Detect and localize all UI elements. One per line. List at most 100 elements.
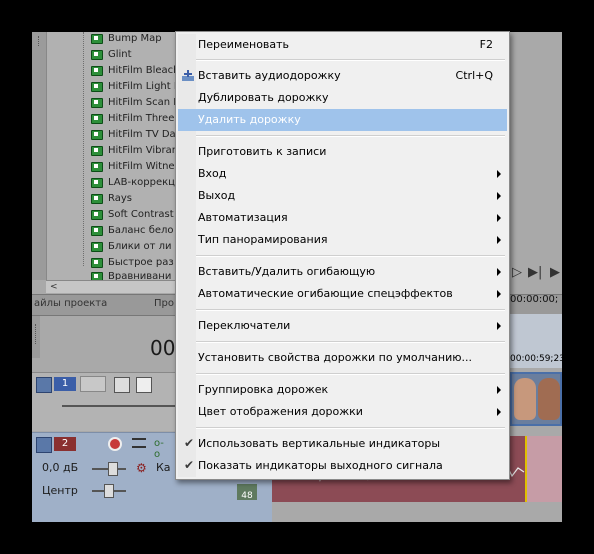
menu-item-prepare-record[interactable]: Приготовить к записи bbox=[178, 141, 507, 163]
tree-item-label: HitFilm Light F bbox=[108, 80, 180, 92]
audio-selection[interactable] bbox=[525, 436, 562, 502]
menu-item-label: Переключатели bbox=[198, 319, 291, 332]
menu-item-auto-fx-envelopes[interactable]: Автоматические огибающие спецэффектов bbox=[178, 283, 507, 305]
channel-indicator: 48 bbox=[237, 484, 257, 501]
gear-icon[interactable]: ⚙ bbox=[136, 461, 150, 475]
pan-slider-thumb[interactable] bbox=[104, 484, 114, 498]
plugin-icon bbox=[90, 241, 103, 252]
menu-item-label: Вставить/Удалить огибающую bbox=[198, 265, 376, 278]
thumbnail-face bbox=[538, 378, 560, 420]
tree-item[interactable]: Bump Map bbox=[90, 32, 162, 46]
volume-value: 0,0 дБ bbox=[42, 461, 79, 474]
tree-item-label: HitFilm Bleach bbox=[108, 64, 180, 76]
plugin-icon bbox=[90, 81, 103, 92]
plugin-icon bbox=[90, 225, 103, 236]
menu-item-insert-remove-envelope[interactable]: Вставить/Удалить огибающую bbox=[178, 261, 507, 283]
plugin-icon bbox=[90, 113, 103, 124]
routing-icon[interactable]: o-o bbox=[154, 438, 168, 460]
volume-slider-thumb[interactable] bbox=[108, 462, 118, 476]
submenu-arrow-icon bbox=[497, 322, 501, 330]
menu-item-label: Дублировать дорожку bbox=[198, 91, 329, 104]
submenu-arrow-icon bbox=[497, 236, 501, 244]
menu-item-input[interactable]: Вход bbox=[178, 163, 507, 185]
plugin-icon bbox=[90, 177, 103, 188]
menu-separator bbox=[196, 373, 505, 375]
channel-bottom: 48 bbox=[241, 491, 253, 501]
tab-project-files[interactable]: айлы проекта bbox=[34, 298, 107, 309]
plugin-icon bbox=[90, 161, 103, 172]
tree-item[interactable]: HitFilm Scan L bbox=[90, 94, 179, 110]
menu-item-output-meters[interactable]: ✔ Показать индикаторы выходного сигнала bbox=[178, 455, 507, 477]
ks-label: Ка bbox=[156, 461, 171, 474]
plugin-icon bbox=[90, 257, 103, 268]
tree-item[interactable]: LAB-коррекц bbox=[90, 174, 175, 190]
tree-item[interactable]: HitFilm TV Da bbox=[90, 126, 176, 142]
plugin-icon bbox=[90, 65, 103, 76]
menu-item-label: Показать индикаторы выходного сигнала bbox=[198, 459, 443, 472]
plugin-icon bbox=[90, 209, 103, 220]
tree-item[interactable]: Soft Contrast bbox=[90, 206, 174, 222]
tree-item-label: HitFilm Vibran bbox=[108, 144, 179, 156]
submenu-arrow-icon bbox=[497, 290, 501, 298]
checkmark-icon: ✔ bbox=[183, 436, 195, 450]
grip-handle[interactable] bbox=[38, 36, 41, 46]
next-frame-icon[interactable]: ▶| bbox=[528, 265, 542, 280]
menu-item-label: Удалить дорожку bbox=[198, 113, 301, 126]
record-arm-icon[interactable] bbox=[108, 437, 122, 451]
tree-item[interactable]: HitFilm Light F bbox=[90, 78, 180, 94]
play-icon[interactable]: ▶ bbox=[550, 265, 560, 280]
tree-item-label: Bump Map bbox=[108, 32, 162, 44]
transport-controls: ▷ ▶| ▶ bbox=[510, 264, 562, 284]
tree-item[interactable]: Glint bbox=[90, 46, 132, 62]
tree-item[interactable]: Баланс бело bbox=[90, 222, 174, 238]
plugin-tree-panel: Bump Map Glint HitFilm Bleach HitFilm Li… bbox=[32, 32, 182, 282]
composite-icon[interactable] bbox=[136, 377, 152, 393]
menu-item-insert-audio-track[interactable]: Вставить аудиодорожку Ctrl+Q bbox=[178, 65, 507, 87]
menu-item-label: Приготовить к записи bbox=[198, 145, 327, 158]
grip-handle[interactable] bbox=[35, 324, 38, 344]
fx-icon[interactable] bbox=[114, 377, 130, 393]
menu-item-set-defaults[interactable]: Установить свойства дорожки по умолчанию… bbox=[178, 347, 507, 369]
tree-item[interactable]: Rays bbox=[90, 190, 132, 206]
tree-item[interactable]: HitFilm Vibran bbox=[90, 142, 178, 158]
tree-item[interactable]: HitFilm Three bbox=[90, 110, 174, 126]
scroll-left-icon[interactable]: < bbox=[50, 282, 58, 292]
menu-item-vertical-meters[interactable]: ✔ Использовать вертикальные индикаторы bbox=[178, 433, 507, 455]
menu-item-switches[interactable]: Переключатели bbox=[178, 315, 507, 337]
menu-item-track-color[interactable]: Цвет отображения дорожки bbox=[178, 401, 507, 423]
timecode-display: 00 bbox=[150, 336, 176, 360]
track-number: 2 bbox=[54, 437, 76, 451]
menu-item-label: Цвет отображения дорожки bbox=[198, 405, 363, 418]
tree-horizontal-scrollbar[interactable]: < bbox=[46, 280, 182, 293]
track-collapse-icon[interactable] bbox=[36, 377, 52, 393]
tree-item-label: HitFilm Three bbox=[108, 112, 175, 124]
tree-item-label: Soft Contrast bbox=[108, 208, 174, 220]
tree-item-label: HitFilm TV Da bbox=[108, 128, 176, 140]
menu-separator bbox=[196, 255, 505, 257]
submenu-arrow-icon bbox=[497, 214, 501, 222]
menu-item-label: Тип панорамирования bbox=[198, 233, 328, 246]
menu-item-output[interactable]: Выход bbox=[178, 185, 507, 207]
tree-item[interactable]: HitFilm Witne bbox=[90, 158, 175, 174]
plugin-icon bbox=[90, 49, 103, 60]
menu-item-duplicate-track[interactable]: Дублировать дорожку bbox=[178, 87, 507, 109]
tree-item-label: Rays bbox=[108, 192, 132, 204]
menu-item-group-tracks[interactable]: Группировка дорожек bbox=[178, 379, 507, 401]
tree-line bbox=[83, 32, 85, 266]
tree-item-label: HitFilm Scan L bbox=[108, 96, 179, 108]
track-name-field[interactable] bbox=[80, 376, 106, 392]
video-clip[interactable] bbox=[510, 372, 562, 426]
plugin-icon bbox=[90, 129, 103, 140]
step-icon[interactable]: ▷ bbox=[512, 265, 522, 280]
tree-item-label: Блики от ли bbox=[108, 240, 172, 252]
time-readout: 00:00:00; bbox=[510, 294, 559, 305]
menu-item-rename[interactable]: Переименовать F2 bbox=[178, 34, 507, 56]
menu-item-automation[interactable]: Автоматизация bbox=[178, 207, 507, 229]
menu-item-pan-type[interactable]: Тип панорамирования bbox=[178, 229, 507, 251]
tab-second[interactable]: Про bbox=[154, 298, 174, 309]
fx-chain-icon[interactable] bbox=[132, 438, 146, 448]
menu-item-delete-track[interactable]: Удалить дорожку bbox=[178, 109, 507, 131]
tree-item[interactable]: Блики от ли bbox=[90, 238, 171, 254]
track-collapse-icon[interactable] bbox=[36, 437, 52, 453]
tree-item[interactable]: HitFilm Bleach bbox=[90, 62, 179, 78]
